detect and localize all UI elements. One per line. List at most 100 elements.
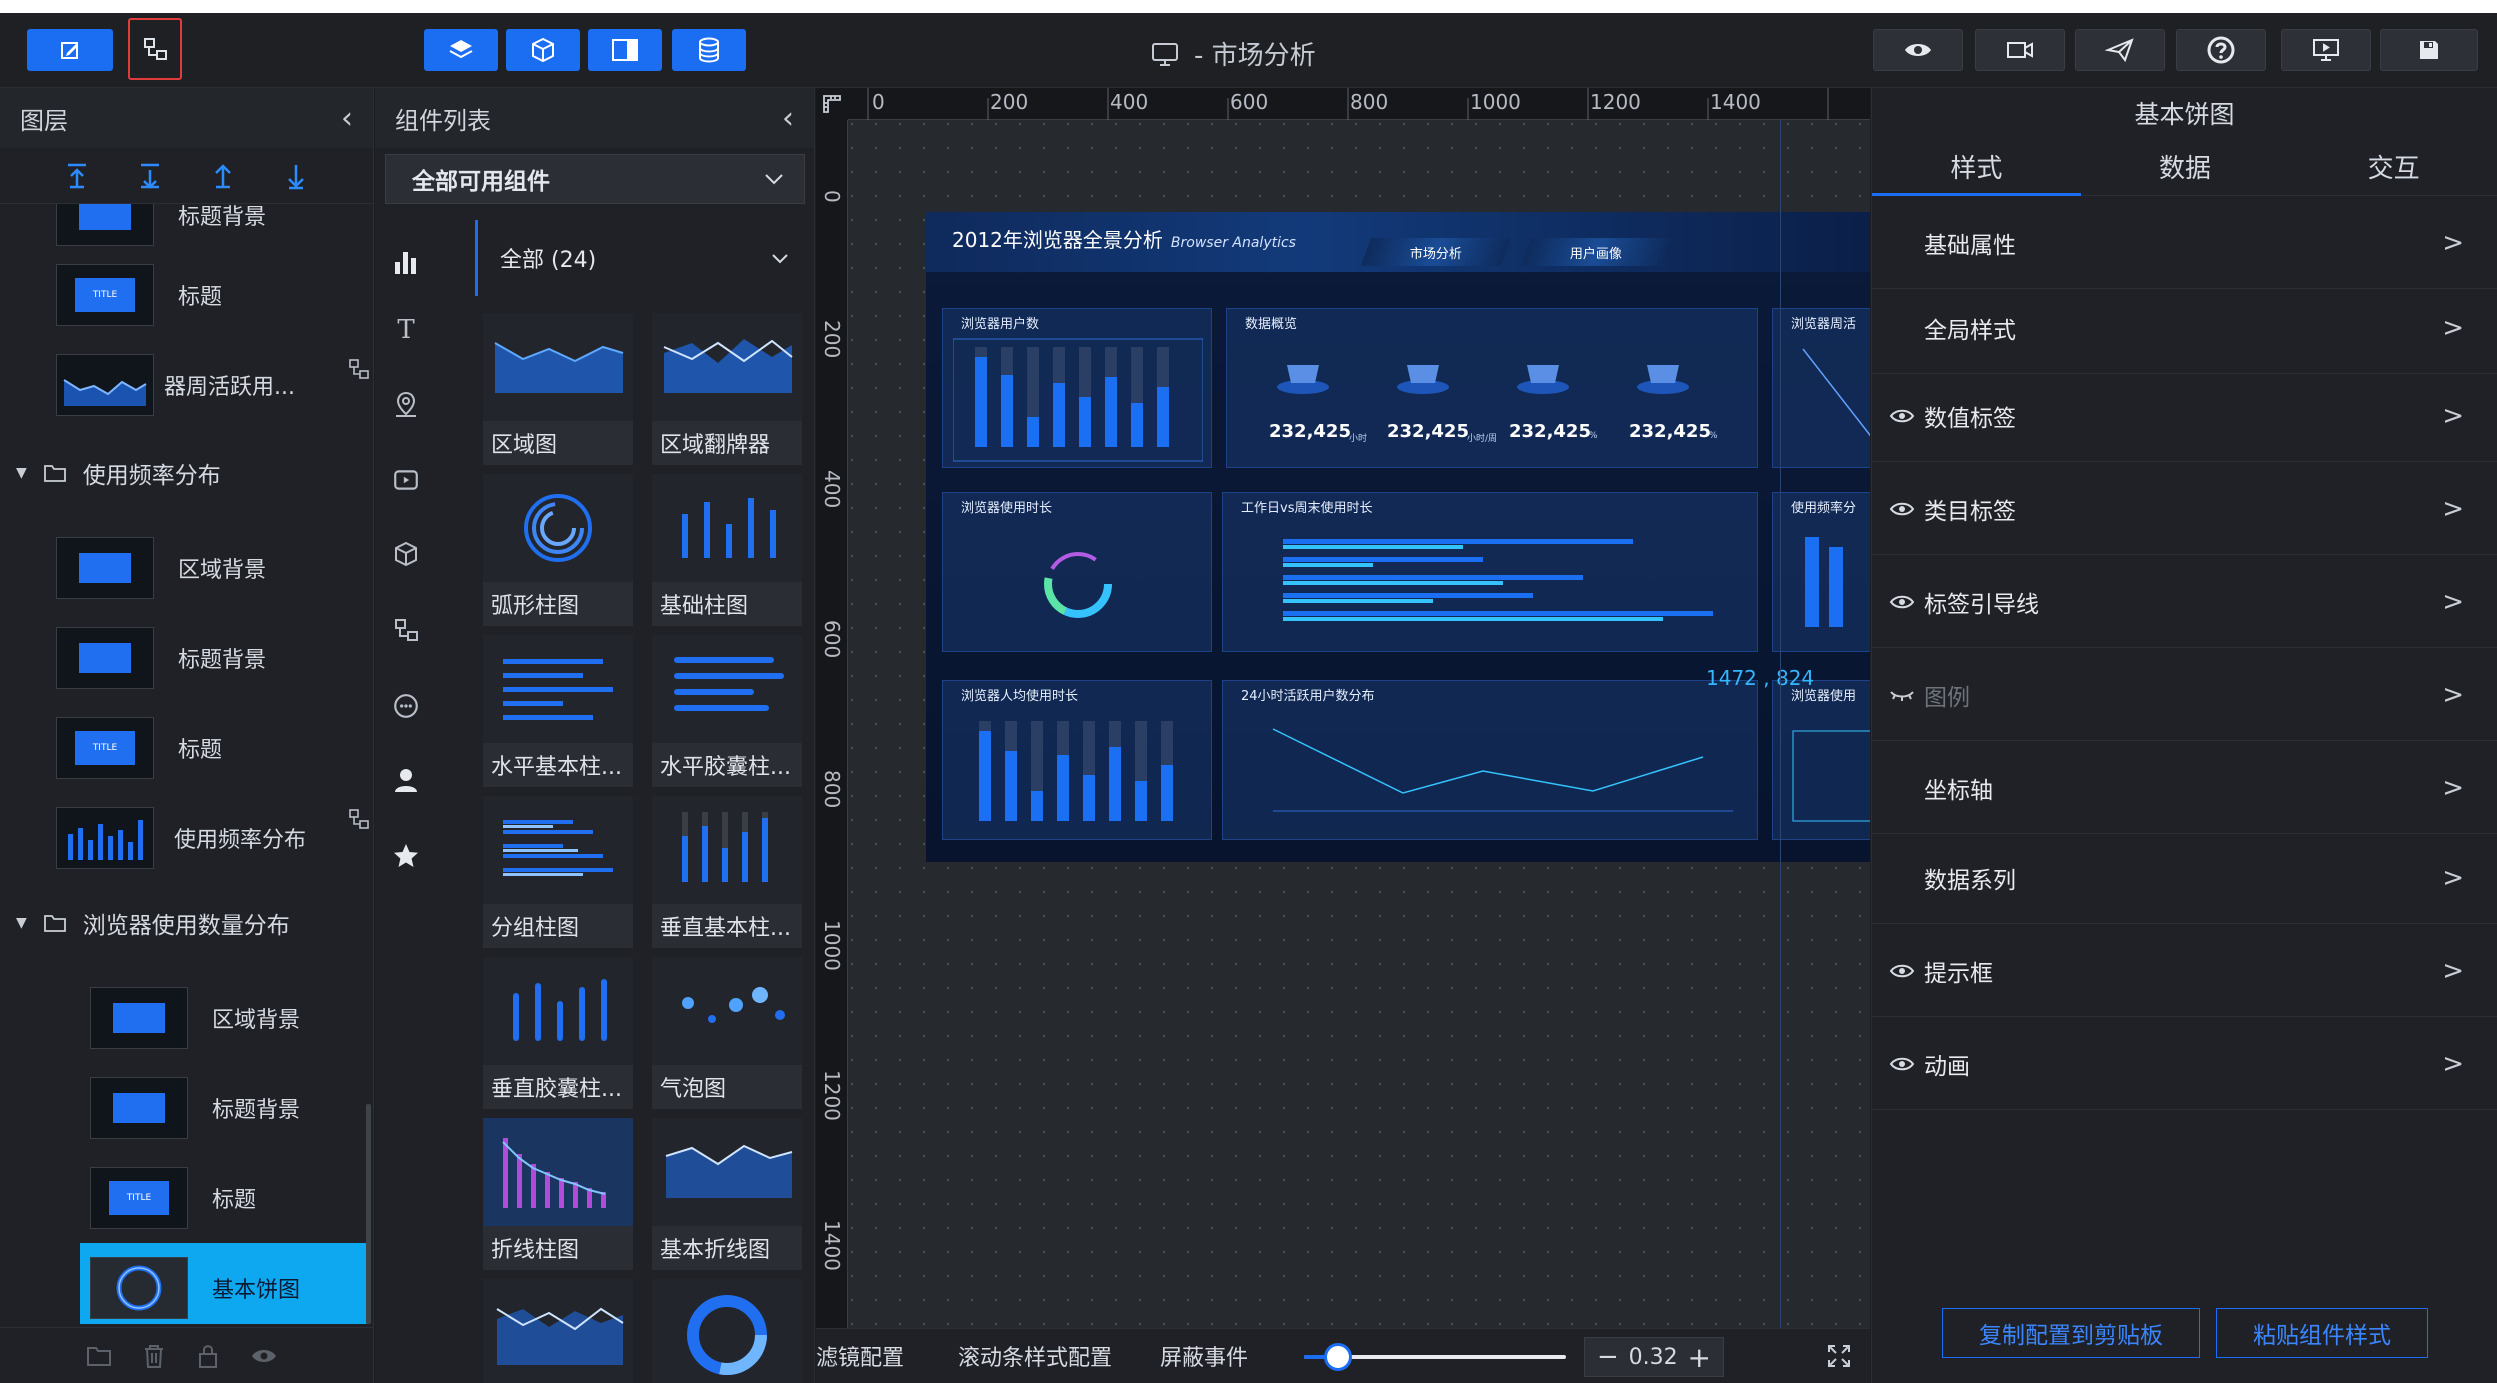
text-icon[interactable]: T (392, 315, 420, 345)
zoom-in-button[interactable]: + (1688, 1341, 1711, 1374)
cube-icon[interactable] (392, 540, 420, 568)
filter-config-button[interactable]: 滤镜配置 (816, 1340, 904, 1372)
usage-card[interactable]: 浏览器使用 (1772, 680, 1870, 840)
properties-section-row[interactable]: 全局样式 > (1872, 282, 2497, 374)
folder-icon[interactable] (86, 1345, 112, 1367)
record-button[interactable] (1975, 29, 2065, 71)
layers-toggle[interactable] (424, 29, 498, 71)
publish-button[interactable] (2075, 29, 2165, 71)
properties-section-row[interactable]: 图例 > (1872, 649, 2497, 741)
layer-item[interactable]: 区域背景 (90, 983, 300, 1053)
freq-card[interactable]: 使用频率分 (1772, 492, 1870, 652)
zoom-out-button[interactable]: − (1597, 1342, 1619, 1372)
weekly-card[interactable]: 浏览器周活 (1772, 308, 1870, 468)
properties-section-row[interactable]: 动画 > (1872, 1018, 2497, 1110)
flowchart-button[interactable] (128, 18, 182, 80)
component-card[interactable]: 基本折线图 (652, 1118, 802, 1270)
layer-scrollbar[interactable] (366, 1104, 371, 1324)
media-icon[interactable] (392, 466, 420, 494)
caret-down-icon[interactable]: ▼ (16, 465, 27, 481)
preview-button[interactable] (1873, 29, 1963, 71)
category-all-select[interactable]: 全部 (24) (475, 220, 805, 296)
help-button[interactable] (2176, 29, 2266, 71)
layer-item[interactable]: TITLE 标题 (56, 713, 222, 783)
properties-section-row[interactable]: 坐标轴 > (1872, 742, 2497, 834)
layer-item-selected[interactable]: 基本饼图 (80, 1243, 368, 1324)
component-card[interactable]: 垂直基本柱... (652, 796, 802, 948)
properties-section-row[interactable]: 数值标签 > (1872, 370, 2497, 462)
layer-item[interactable]: TITLE 标题 (90, 1163, 256, 1233)
layer-item[interactable]: 区域背景 (56, 533, 266, 603)
group-link-icon[interactable] (348, 808, 370, 830)
properties-section-row[interactable]: 提示框 > (1872, 925, 2497, 1017)
tab-data[interactable]: 数据 (2081, 138, 2290, 195)
layer-item[interactable]: 标题背景 (56, 204, 266, 250)
star-icon[interactable] (392, 842, 420, 870)
panel-toggle[interactable] (588, 29, 662, 71)
save-button[interactable] (2380, 29, 2478, 71)
dashboard-preview[interactable]: 2012年浏览器全景分析 Browser Analytics 市场分析 用户画像 … (926, 212, 1870, 862)
component-card[interactable]: 水平基本柱... (483, 635, 633, 787)
component-card[interactable] (652, 1279, 802, 1383)
dashboard-tab[interactable]: 市场分析 (1360, 238, 1512, 266)
layer-item[interactable]: 器周活跃用... (56, 350, 295, 420)
paste-style-button[interactable]: 粘贴组件样式 (2216, 1308, 2428, 1358)
workday-card[interactable]: 工作日vs周末使用时长 (1222, 492, 1758, 652)
component-filter-select[interactable]: 全部可用组件 (385, 154, 805, 204)
screen-button[interactable] (2281, 29, 2371, 71)
component-card[interactable]: 折线柱图 (483, 1118, 633, 1270)
properties-section-row[interactable]: 类目标签 > (1872, 463, 2497, 555)
layer-item[interactable]: 使用频率分布 (56, 803, 306, 873)
zoom-slider-track[interactable] (1304, 1343, 1566, 1371)
per-user-card[interactable]: 浏览器人均使用时长 (942, 680, 1212, 840)
duration-card[interactable]: 浏览器使用时长 (942, 492, 1212, 652)
components-toggle[interactable] (506, 29, 580, 71)
block-events-button[interactable]: 屏蔽事件 (1160, 1340, 1248, 1372)
component-card[interactable]: 分组柱图 (483, 796, 633, 948)
overview-card[interactable]: 数据概览 232,425 小时 232,425 小时/周 232,425% 232,… (1226, 308, 1758, 468)
move-up-icon[interactable] (210, 162, 236, 190)
move-down-icon[interactable] (283, 162, 309, 190)
lock-icon[interactable] (196, 1343, 220, 1369)
fit-screen-icon[interactable] (1826, 1343, 1852, 1369)
caret-down-icon[interactable]: ▼ (16, 915, 27, 931)
component-card[interactable]: 区域图 (483, 313, 633, 465)
group-link-icon[interactable] (348, 358, 370, 380)
ruler-corner[interactable] (816, 88, 848, 120)
eye-icon[interactable] (250, 1346, 278, 1366)
properties-section-row[interactable]: 基础属性 > (1872, 197, 2497, 289)
component-card[interactable]: 气泡图 (652, 957, 802, 1109)
canvas-area[interactable]: 0 200 400 600 800 1000 1200 1400 0 200 4… (816, 88, 1870, 1328)
properties-section-row[interactable]: 标签引导线 > (1872, 556, 2497, 648)
zoom-slider-knob[interactable] (1324, 1343, 1353, 1371)
trash-icon[interactable] (142, 1343, 166, 1369)
move-bottom-icon[interactable] (137, 162, 163, 190)
scrollbar-style-button[interactable]: 滚动条样式配置 (958, 1340, 1112, 1372)
edit-button[interactable] (27, 29, 113, 71)
eye-icon[interactable] (1888, 500, 1916, 518)
properties-section-row[interactable]: 数据系列 > (1872, 832, 2497, 924)
eye-icon[interactable] (1888, 407, 1916, 425)
component-card[interactable]: 垂直胶囊柱... (483, 957, 633, 1109)
layer-item[interactable]: TITLE 标题 (56, 260, 222, 330)
flowchart-icon[interactable] (392, 616, 420, 644)
component-card[interactable] (483, 1279, 633, 1383)
zoom-value[interactable]: 0.32 (1629, 1345, 1678, 1370)
hourly-card[interactable]: 24小时活跃用户数分布 (1222, 680, 1758, 840)
component-card[interactable]: 水平胶囊柱... (652, 635, 802, 787)
tab-interaction[interactable]: 交互 (2289, 138, 2497, 195)
eye-icon[interactable] (1888, 962, 1916, 980)
more-icon[interactable] (392, 692, 420, 720)
move-top-icon[interactable] (64, 162, 90, 190)
collapse-panel-icon[interactable]: ‹ (341, 101, 353, 136)
map-pin-icon[interactable] (392, 390, 420, 418)
dashboard-tab[interactable]: 用户画像 (1520, 238, 1672, 266)
layer-item[interactable]: 标题背景 (56, 623, 266, 693)
eye-icon[interactable] (1888, 1055, 1916, 1073)
data-toggle[interactable] (672, 29, 746, 71)
component-card[interactable]: 弧形柱图 (483, 474, 633, 626)
bar-chart-icon[interactable] (392, 248, 420, 276)
collapse-panel-icon[interactable]: ‹ (782, 101, 794, 136)
component-card[interactable]: 区域翻牌器 (652, 313, 802, 465)
user-icon[interactable] (392, 766, 420, 794)
